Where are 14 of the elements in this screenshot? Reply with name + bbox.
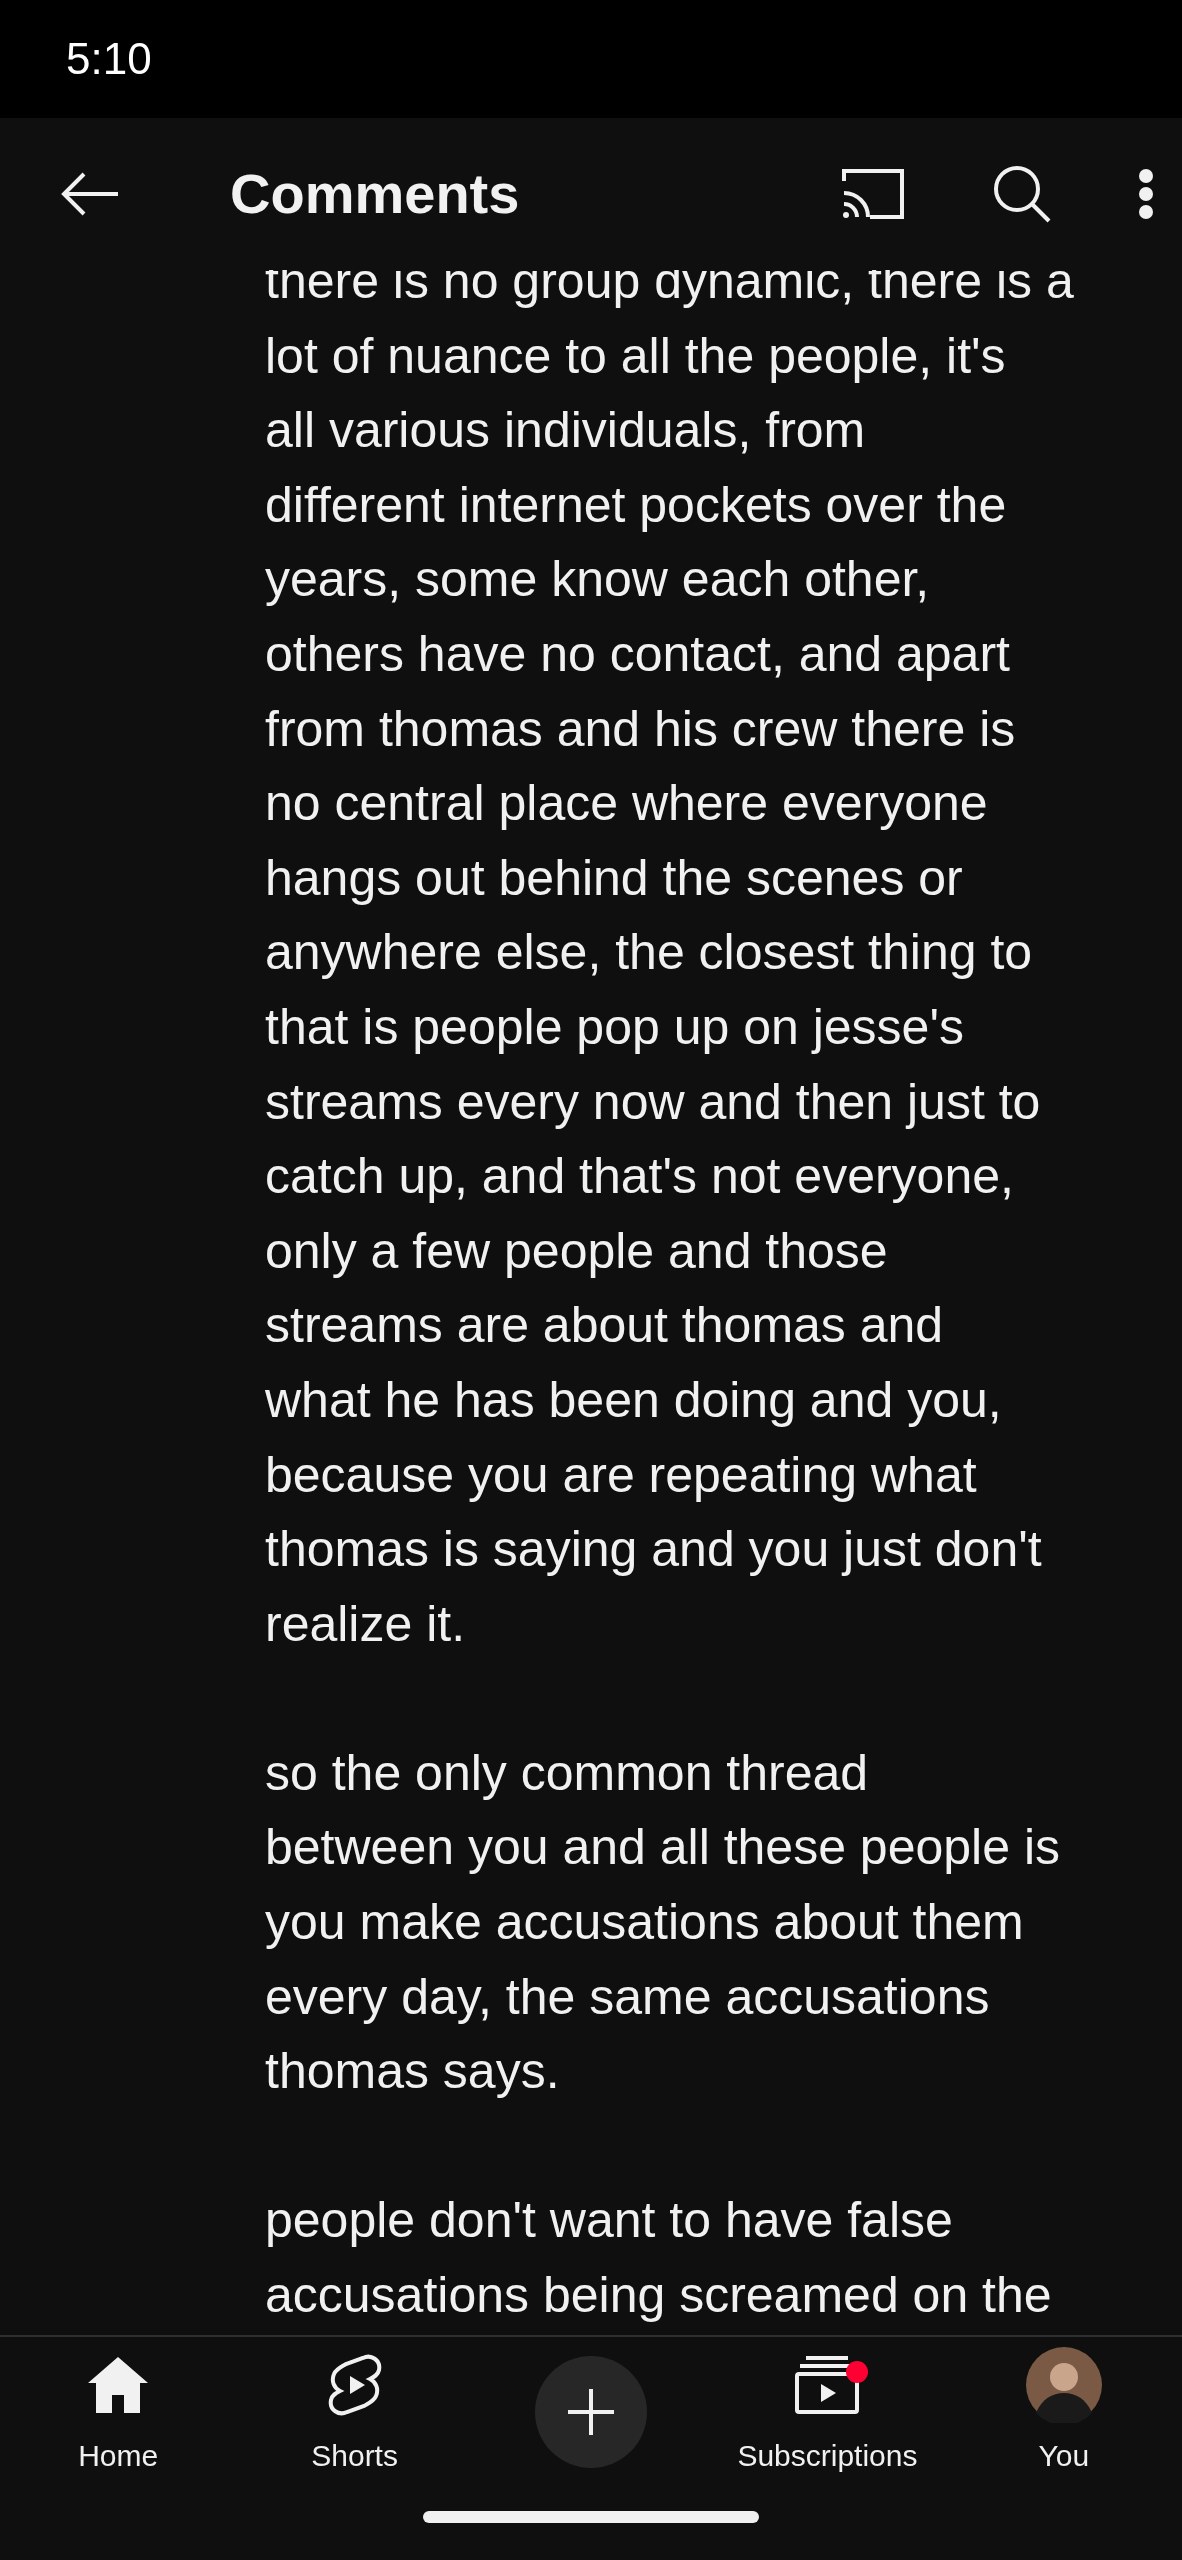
comment-paragraph: there is no group dynamic, there is a lot of nuance to all the people, it's all various individuals, from different internet pockets over the years, some know each other, others have no contact, and apart from thomas and his crew there is no central place where everyone hangs out behind the scenes or anywhere else, the closest thing to that is people pop up on jesse's streams every now and then just to catch up, and that's not everyone, only a few people and those streams are about thomas and what he has been doing and you, because you are repeating what thomas is saying and you just don't realize it. xyxy=(265,252,1075,1654)
nav-tab[interactable]: Home xyxy=(0,2337,237,2487)
status-time: 5:10 xyxy=(66,33,152,85)
cast-icon xyxy=(840,167,906,221)
nav-tab[interactable]: You xyxy=(945,2337,1182,2487)
plus-icon xyxy=(566,2387,616,2437)
back-arrow-icon xyxy=(60,172,120,216)
nav-tab[interactable]: Shorts xyxy=(236,2337,473,2487)
nav-tab[interactable]: Subscriptions xyxy=(709,2337,946,2487)
more-vertical-icon xyxy=(1138,168,1154,220)
comment-paragraph: people don't want to have false accusations being screamed on the xyxy=(265,2191,1053,2326)
comment-paragraph: so the only common thread between you and all these people is you make accusations about them every day, the same accusations thomas says. xyxy=(265,1743,1062,2102)
search-icon xyxy=(992,164,1052,224)
page-title: Comments xyxy=(230,161,520,227)
